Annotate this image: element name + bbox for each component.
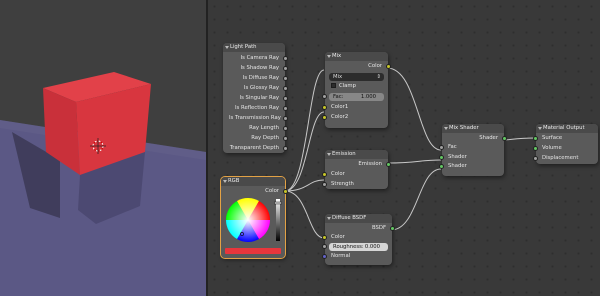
mix-input-color1: Color1 xyxy=(331,104,349,110)
output-is-glossy-ray: Is Glossy Ray xyxy=(243,85,279,91)
output-ray-length: Ray Length xyxy=(249,125,279,131)
diffuse-output: BSDF xyxy=(371,225,386,231)
mix-shader-input-shader-a: Shader xyxy=(448,153,467,160)
output-is-shadow-ray: Is Shadow Ray xyxy=(240,65,279,71)
socket-mix-shader-fac[interactable] xyxy=(439,145,444,150)
mix-shader-input-shader-b: Shader xyxy=(448,163,467,169)
emission-input-color: Color xyxy=(331,171,345,177)
socket-displacement[interactable] xyxy=(533,155,538,161)
socket-diffuse-color[interactable] xyxy=(322,235,327,240)
output-transparent-depth: Transparent Depth xyxy=(229,145,279,151)
link-emission-shader xyxy=(386,159,442,164)
socket-is-shadow-ray[interactable] xyxy=(283,65,288,71)
output-ray-depth: Ray Depth xyxy=(251,135,279,141)
material-output-node[interactable]: Material Output Surface Volume Displacem… xyxy=(533,124,598,164)
socket-is-transmission-ray[interactable] xyxy=(283,115,288,121)
color-wheel[interactable] xyxy=(221,195,285,247)
socket-mix-shader-a[interactable] xyxy=(439,154,444,160)
material-output-header[interactable]: Material Output xyxy=(536,124,598,133)
emission-node[interactable]: Emission Emission Color Strength xyxy=(322,150,391,189)
rgb-node[interactable]: RGB Color xyxy=(220,176,288,259)
socket-volume[interactable] xyxy=(533,145,538,151)
diffuse-bsdf-node[interactable]: Diffuse BSDF BSDF Color Roughness: 0.000 … xyxy=(322,214,395,265)
3d-viewport[interactable] xyxy=(0,0,206,296)
mix-shader-output: Shader xyxy=(479,135,498,141)
socket-is-singular-ray[interactable] xyxy=(283,95,288,101)
socket-is-camera-ray[interactable] xyxy=(283,55,288,61)
fac-field[interactable]: Fac: 1.000 xyxy=(322,93,384,101)
clamp-checkbox[interactable] xyxy=(331,83,336,88)
material-input-surface: Surface xyxy=(542,135,563,141)
socket-emission-strength[interactable] xyxy=(322,181,327,187)
output-is-diffuse-ray: Is Diffuse Ray xyxy=(242,75,279,81)
link-diffuse-shader xyxy=(390,168,442,231)
roughness-field[interactable]: Roughness: 0.000 xyxy=(322,243,388,251)
diffuse-input-normal: Normal xyxy=(331,253,351,259)
mix-shader-input-fac: Fac xyxy=(448,144,457,150)
mix-header[interactable]: Mix xyxy=(325,52,388,61)
socket-emission-color[interactable] xyxy=(322,171,327,177)
viewport-scene xyxy=(0,72,206,296)
socket-ray-depth[interactable] xyxy=(283,135,288,141)
socket-normal[interactable] xyxy=(322,254,327,259)
mix-input-color2: Color2 xyxy=(331,114,349,120)
output-is-transmission-ray: Is Transmission Ray xyxy=(229,115,281,121)
diffuse-header[interactable]: Diffuse BSDF xyxy=(325,214,392,223)
value-slider[interactable] xyxy=(276,199,280,241)
link-mixshader-output xyxy=(502,137,536,141)
socket-is-glossy-ray[interactable] xyxy=(283,85,288,91)
rgb-output-color: Color xyxy=(265,188,279,194)
emission-input-strength: Strength xyxy=(331,181,354,187)
emission-header[interactable]: Emission xyxy=(325,150,388,159)
socket-diffuse-out[interactable] xyxy=(390,225,395,231)
mix-node[interactable]: Mix Color Mix ⇕ Clamp Fac: 1.000 Color1 Co… xyxy=(322,52,391,128)
socket-emission-out[interactable] xyxy=(386,161,391,167)
link-mix-fac xyxy=(386,67,442,151)
diffuse-input-color: Color xyxy=(331,234,345,240)
material-input-volume: Volume xyxy=(542,145,562,151)
light-path-node[interactable]: Light Path Is Camera Ray Is Shadow Ray I… xyxy=(223,43,288,153)
link-rgb-mix xyxy=(284,111,325,192)
link-rgb-diffuse xyxy=(284,190,325,239)
mix-shader-node[interactable]: Mix Shader Shader Fac Shader Shader xyxy=(439,124,507,176)
socket-ray-length[interactable] xyxy=(283,125,288,131)
socket-mix-color1[interactable] xyxy=(322,104,327,110)
clamp-label: Clamp xyxy=(339,83,356,89)
chevron-updown-icon: ⇕ xyxy=(376,74,381,80)
node-editor[interactable]: Light Path Is Camera Ray Is Shadow Ray I… xyxy=(208,0,600,296)
mix-shader-header[interactable]: Mix Shader xyxy=(442,124,504,133)
light-path-header[interactable]: Light Path xyxy=(223,43,285,52)
socket-is-reflection-ray[interactable] xyxy=(283,105,288,111)
socket-is-diffuse-ray[interactable] xyxy=(283,75,288,81)
rgb-header[interactable]: RGB xyxy=(221,177,285,186)
socket-surface[interactable] xyxy=(533,135,538,141)
socket-mix-shader-b[interactable] xyxy=(439,164,444,169)
socket-mix-shader-out[interactable] xyxy=(502,135,507,141)
output-is-camera-ray: Is Camera Ray xyxy=(240,55,279,61)
emission-output: Emission xyxy=(358,161,382,167)
material-input-displacement: Displacement xyxy=(542,155,579,161)
socket-mix-fac[interactable] xyxy=(322,94,327,99)
color-swatch[interactable] xyxy=(225,248,281,254)
socket-rgb-color-out[interactable] xyxy=(283,188,288,194)
output-is-singular-ray: Is Singular Ray xyxy=(239,95,279,101)
mix-output-color: Color xyxy=(368,63,382,69)
socket-mix-color-out[interactable] xyxy=(386,64,391,69)
socket-transparent-depth[interactable] xyxy=(283,145,288,151)
socket-roughness[interactable] xyxy=(322,244,327,249)
socket-mix-color2[interactable] xyxy=(322,114,327,120)
blend-mode-dropdown[interactable]: Mix ⇕ xyxy=(329,73,384,81)
output-is-reflection-ray: Is Reflection Ray xyxy=(235,105,279,111)
